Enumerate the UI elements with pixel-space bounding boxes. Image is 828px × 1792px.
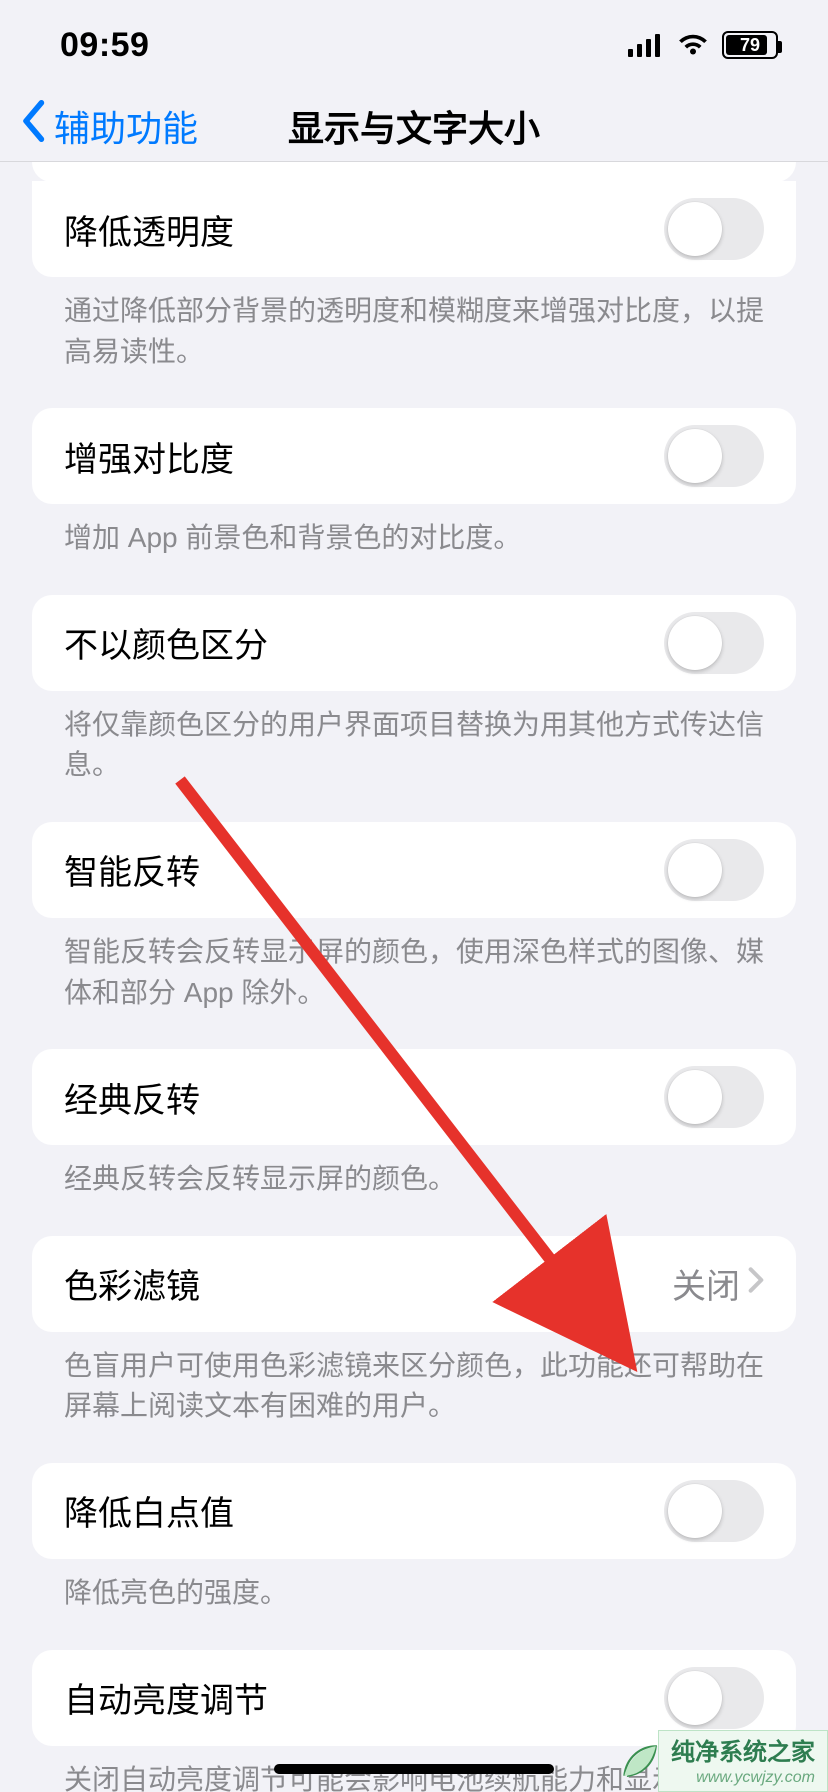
watermark-title: 纯净系统之家 (671, 1739, 815, 1768)
row-footer: 通过降低部分背景的透明度和模糊度来增强对比度，以提高易读性。 (32, 277, 796, 372)
chevron-right-icon (748, 1264, 764, 1303)
row-color-filters[interactable]: 色彩滤镜 关闭 (32, 1236, 796, 1332)
row-footer: 经典反转会反转显示屏的颜色。 (32, 1145, 796, 1200)
toggle-reduce-transparency[interactable] (664, 198, 764, 260)
row-label: 增强对比度 (64, 432, 234, 481)
previous-group-tail (32, 162, 796, 182)
status-time: 09:59 (60, 26, 149, 65)
row-classic-invert[interactable]: 经典反转 (32, 1049, 796, 1145)
row-label: 不以颜色区分 (64, 618, 268, 667)
row-footer: 降低亮色的强度。 (32, 1559, 796, 1614)
row-value: 关闭 (672, 1259, 740, 1308)
status-bar: 09:59 79 (0, 0, 828, 90)
status-indicators: 79 (628, 31, 778, 59)
row-label: 智能反转 (64, 845, 200, 894)
watermark-url: www.ycwjzy.com (671, 1768, 815, 1787)
row-reduce-white-point[interactable]: 降低白点值 (32, 1463, 796, 1559)
back-label: 辅助功能 (54, 100, 198, 152)
row-label: 经典反转 (64, 1073, 200, 1122)
battery-percent: 79 (740, 35, 760, 56)
toggle-classic-invert[interactable] (664, 1066, 764, 1128)
toggle-differentiate-without-color[interactable] (664, 612, 764, 674)
home-indicator (274, 1764, 554, 1774)
row-footer: 智能反转会反转显示屏的颜色，使用深色样式的图像、媒体和部分 App 除外。 (32, 918, 796, 1013)
battery-icon: 79 (722, 31, 778, 59)
toggle-auto-brightness[interactable] (664, 1667, 764, 1729)
toggle-increase-contrast[interactable] (664, 425, 764, 487)
row-differentiate-without-color[interactable]: 不以颜色区分 (32, 595, 796, 691)
cellular-signal-icon (628, 33, 664, 57)
row-footer: 增加 App 前景色和背景色的对比度。 (32, 504, 796, 559)
chevron-left-icon (18, 100, 48, 151)
row-reduce-transparency[interactable]: 降低透明度 (32, 181, 796, 277)
nav-bar: 辅助功能 显示与文字大小 (0, 90, 828, 162)
row-footer: 色盲用户可使用色彩滤镜来区分颜色，此功能还可帮助在屏幕上阅读文本有困难的用户。 (32, 1332, 796, 1427)
back-button[interactable]: 辅助功能 (18, 100, 198, 152)
page-title: 显示与文字大小 (288, 100, 540, 152)
row-footer: 将仅靠颜色区分的用户界面项目替换为用其他方式传达信息。 (32, 691, 796, 786)
watermark: 纯净系统之家 www.ycwjzy.com (618, 1730, 828, 1792)
leaf-icon (618, 1740, 660, 1782)
toggle-reduce-white-point[interactable] (664, 1480, 764, 1542)
row-increase-contrast[interactable]: 增强对比度 (32, 408, 796, 504)
row-label: 降低白点值 (64, 1486, 234, 1535)
toggle-smart-invert[interactable] (664, 839, 764, 901)
settings-content: 降低透明度 通过降低部分背景的透明度和模糊度来增强对比度，以提高易读性。 增强对… (0, 162, 828, 1792)
row-label: 色彩滤镜 (64, 1259, 200, 1308)
row-label: 降低透明度 (64, 205, 234, 254)
row-smart-invert[interactable]: 智能反转 (32, 822, 796, 918)
row-label: 自动亮度调节 (64, 1673, 268, 1722)
wifi-icon (676, 33, 710, 57)
